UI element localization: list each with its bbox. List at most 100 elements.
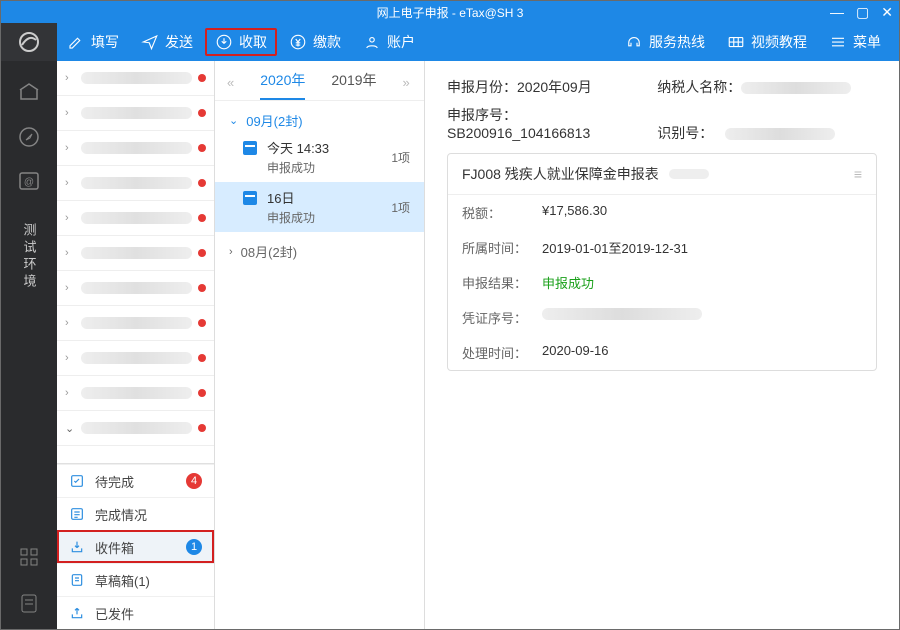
compass-icon[interactable] [17,125,41,149]
declaration-card: FJ008 残疾人就业保障金申报表 ≡ 税额：¥17,586.30 所属时间：2… [447,153,877,371]
hotline-button[interactable]: 服务热线 [615,28,715,56]
folder-completed[interactable]: 完成情况 [57,497,214,530]
bank-icon[interactable] [17,81,41,105]
send-icon [141,33,159,51]
list-icon [69,506,85,522]
year-tab-2020[interactable]: 2020年 [260,70,305,100]
taxpayer-row[interactable]: › [57,61,214,96]
taxpayer-row[interactable]: › [57,131,214,166]
outbox-icon [69,605,85,621]
checklist-icon [69,473,85,489]
taxpayer-row[interactable]: › [57,166,214,201]
video-button[interactable]: 视频教程 [717,28,817,56]
message-count: 1项 [391,149,410,166]
chevron-down-icon: ⌄ [229,114,238,127]
month-group-08[interactable]: › 08月(2封) [215,232,424,263]
period-key: 所属时间： [462,238,532,257]
taxpayer-row[interactable]: › [57,96,214,131]
folder-label: 草稿箱(1) [95,571,150,590]
meta-seq-key: 申报序号： [447,105,517,125]
hamburger-icon [829,33,847,51]
taxpayer-row-expanded[interactable]: ⌄ [57,411,214,446]
year-prev[interactable]: « [227,75,234,100]
user-icon [363,33,381,51]
meta-seq-value: SB200916_104166813 [447,125,590,141]
grid-icon[interactable] [17,545,41,569]
badge-count: 4 [186,473,202,489]
tax-value: ¥17,586.30 [542,203,607,222]
meta-payer-key: 纳税人名称： [657,77,741,97]
pay-button[interactable]: 缴款 [279,28,351,56]
taxpayer-panel: › › › › › › › › › › ⌄ 待完成 4 [57,61,215,629]
message-time: 16日 [267,188,381,207]
message-row-selected[interactable]: 16日 申报成功 1项 [215,182,424,232]
titlebar: 网上电子申报 - eTax@SH 3 — ▢ ✕ [1,1,899,23]
message-row[interactable]: 今天 14:33 申报成功 1项 [215,132,424,182]
minimize-button[interactable]: — [830,4,844,20]
detail-panel: 申报月份：2020年09月 纳税人名称： 申报序号：SB200916_10416… [425,61,899,629]
menu-button[interactable]: 菜单 [819,28,891,56]
receive-button[interactable]: 收取 [205,28,277,56]
card-title: FJ008 残疾人就业保障金申报表 [462,164,659,184]
folder-list: 待完成 4 完成情况 收件箱 1 草稿箱(1) [57,463,214,629]
message-status: 申报成功 [267,159,381,176]
taxpayer-row[interactable]: › [57,306,214,341]
calendar-icon [243,141,257,155]
env-label: 测试环境 [20,223,39,291]
left-rail: @ 测试环境 [1,23,57,629]
headset-icon [625,33,643,51]
folder-pending[interactable]: 待完成 4 [57,464,214,497]
video-icon [727,33,745,51]
redacted [669,169,709,179]
message-time: 今天 14:33 [267,138,381,157]
year-tab-2019[interactable]: 2019年 [331,70,376,100]
taxpayer-row[interactable]: › [57,341,214,376]
send-button[interactable]: 发送 [131,28,203,56]
chevron-right-icon: › [229,246,233,258]
processed-value: 2020-09-16 [542,343,609,362]
window-controls: — ▢ ✕ [830,1,893,23]
taxpayer-row[interactable]: › [57,201,214,236]
message-count: 1项 [391,199,410,216]
yen-icon [289,33,307,51]
card-menu-icon[interactable]: ≡ [854,166,862,182]
folder-label: 已发件 [95,604,134,623]
maximize-button[interactable]: ▢ [856,4,869,21]
voucher-value [542,308,702,327]
badge-count: 1 [186,539,202,555]
folder-drafts[interactable]: 草稿箱(1) [57,563,214,596]
app-logo[interactable] [1,23,57,61]
result-value: 申报成功 [542,273,594,292]
app-window: 网上电子申报 - eTax@SH 3 — ▢ ✕ @ 测试环境 填写 发送 [0,0,900,630]
document-icon[interactable] [17,591,41,615]
year-next[interactable]: » [403,75,410,100]
meta-month-key: 申报月份： [447,77,517,97]
processed-key: 处理时间： [462,343,532,362]
taxpayer-row[interactable]: › [57,236,214,271]
voucher-key: 凭证序号： [462,308,532,327]
close-button[interactable]: ✕ [881,4,893,21]
meta-month-value: 2020年09月 [517,79,592,95]
at-sign-icon[interactable]: @ [17,169,41,193]
folder-label: 收件箱 [95,538,134,557]
folder-sent[interactable]: 已发件 [57,596,214,629]
redacted [725,128,835,140]
toolbar: 填写 发送 收取 缴款 账户 服务热线 视频教程 菜单 [1,23,899,61]
account-button[interactable]: 账户 [353,28,425,56]
taxpayer-row[interactable]: › [57,376,214,411]
message-status: 申报成功 [267,209,381,226]
taxpayer-row[interactable]: › [57,271,214,306]
result-key: 申报结果： [462,273,532,292]
fill-button[interactable]: 填写 [57,28,129,56]
window-title: 网上电子申报 - eTax@SH 3 [377,4,524,21]
calendar-icon [243,191,257,205]
edit-icon [67,33,85,51]
folder-label: 完成情况 [95,505,147,524]
draft-icon [69,572,85,588]
year-tabs: « 2020年 2019年 » [215,61,424,101]
period-value: 2019-01-01至2019-12-31 [542,238,688,257]
folder-label: 待完成 [95,472,134,491]
download-icon [215,33,233,51]
month-group-09[interactable]: ⌄ 09月(2封) [215,101,424,132]
folder-inbox[interactable]: 收件箱 1 [57,530,214,563]
